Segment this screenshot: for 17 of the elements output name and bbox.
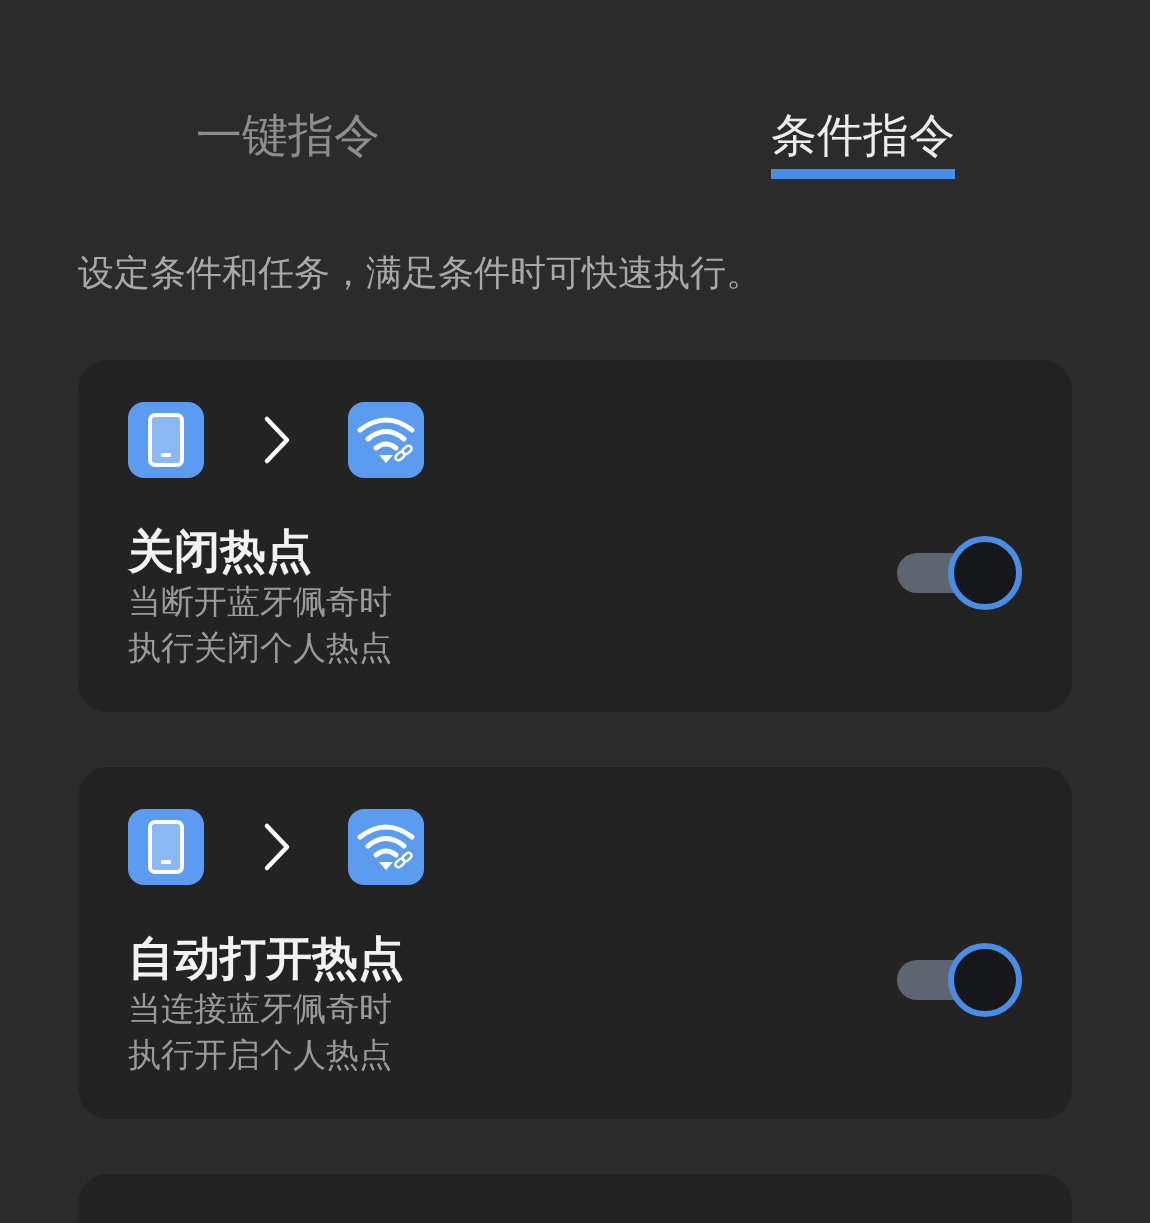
wifi-link-icon (348, 401, 424, 478)
command-card[interactable]: 关闭热点 当断开蓝牙佩奇时 执行关闭个人热点 (78, 360, 1072, 713)
description-text: 设定条件和任务，满足条件时可快速执行。 (78, 251, 763, 296)
phone-icon (128, 401, 204, 478)
command-card[interactable]: 自动打开热点 当连接蓝牙佩奇时 执行开启个人热点 (78, 767, 1072, 1120)
tab[interactable]: 一键指令 (195, 108, 380, 180)
phone-icon (128, 808, 204, 885)
command-description: 执行关闭个人热点 (128, 626, 393, 669)
command-description: 当连接蓝牙佩奇时 (128, 987, 393, 1030)
wifi-link-icon (348, 808, 424, 885)
chevron-right-icon (262, 414, 292, 465)
command-title: 关闭热点 (128, 523, 313, 579)
command-description: 执行开启个人热点 (128, 1033, 393, 1076)
tab[interactable]: 条件指令 (770, 108, 955, 180)
command-title: 自动打开热点 (128, 930, 405, 986)
command-description: 当断开蓝牙佩奇时 (128, 580, 393, 623)
chevron-right-icon (262, 821, 292, 872)
